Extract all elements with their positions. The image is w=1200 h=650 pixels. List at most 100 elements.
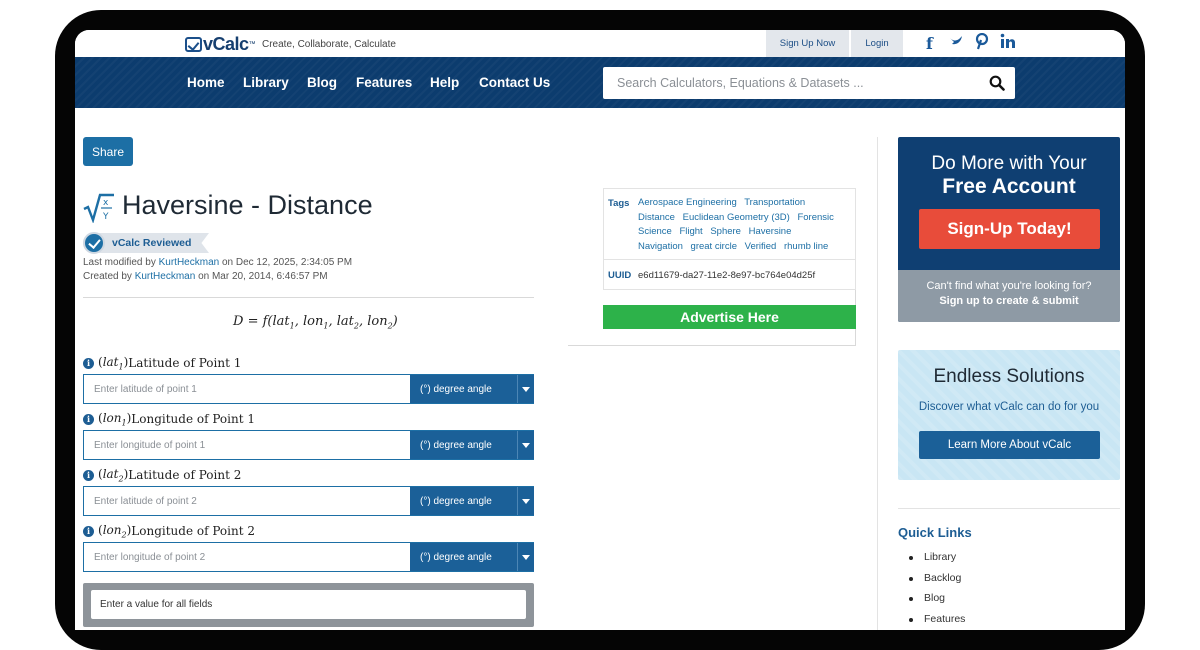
svg-text:x: x	[103, 198, 109, 208]
tagline: Create, Collaborate, Calculate	[262, 39, 396, 50]
created-line: Created by KurtHeckman on Mar 20, 2014, …	[83, 271, 328, 282]
sidebar-divider	[877, 137, 878, 630]
tags-list: Aerospace Engineering Transportation Dis…	[638, 196, 848, 254]
field-variable: (lat2)	[98, 467, 129, 484]
chevron-down-icon[interactable]	[517, 487, 534, 515]
result-box: Enter a value for all fields	[83, 583, 534, 627]
created-user-link[interactable]: KurtHeckman	[135, 271, 196, 282]
unit-select[interactable]: (°) degree angle	[410, 543, 517, 571]
login-link[interactable]: Login	[851, 30, 903, 57]
pinterest-icon[interactable]	[974, 32, 990, 55]
value-input[interactable]: Enter longitude of point 1 (°) degree ang…	[83, 430, 534, 460]
promo-footer-line2[interactable]: Sign up to create & submit	[898, 295, 1120, 307]
field-label-text: Latitude of Point 1	[128, 356, 242, 371]
tag-link[interactable]: Aerospace Engineering	[638, 197, 737, 208]
info-icon[interactable]: i	[83, 525, 94, 537]
chevron-down-icon[interactable]	[517, 375, 534, 403]
formula-arg: lat1	[272, 314, 295, 331]
nav-library[interactable]: Library	[243, 75, 289, 90]
search-input[interactable]: Search Calculators, Equations & Datasets…	[603, 67, 1015, 99]
vcalc-logo[interactable]: vCalc ™	[185, 34, 256, 55]
quick-links-divider	[898, 508, 1120, 509]
nav-help[interactable]: Help	[430, 75, 459, 90]
tag-link[interactable]: Navigation	[638, 241, 683, 252]
search-icon[interactable]	[989, 75, 1005, 91]
value-input-placeholder: Enter latitude of point 2	[94, 496, 197, 507]
nav-blog[interactable]: Blog	[307, 75, 337, 90]
unit-select[interactable]: (°) degree angle	[410, 375, 517, 403]
value-input[interactable]: Enter latitude of point 1 (°) degree angl…	[83, 374, 534, 404]
promo-headline-1: Do More with Your	[931, 153, 1087, 174]
quick-link[interactable]: Blog	[924, 592, 945, 604]
tag-link[interactable]: Euclidean Geometry (3D)	[683, 212, 790, 223]
quick-link[interactable]: Library	[924, 551, 956, 563]
nav-contact-us[interactable]: Contact Us	[479, 75, 550, 90]
nav-features[interactable]: Features	[356, 75, 412, 90]
formula-comma: ,	[358, 314, 368, 329]
value-input-placeholder: Enter longitude of point 2	[94, 552, 206, 563]
nav-home[interactable]: Home	[187, 75, 225, 90]
chevron-down-icon[interactable]	[517, 543, 534, 571]
value-input[interactable]: Enter longitude of point 2 (°) degree ang…	[83, 542, 534, 572]
uuid-label: UUID	[608, 270, 632, 281]
tag-link[interactable]: Verified	[745, 241, 777, 252]
bullet-icon	[909, 576, 913, 581]
browser-screen: vCalc ™ Create, Collaborate, Calculate S…	[75, 30, 1125, 630]
field-label: i (lon1) Longitude of Point 1	[83, 411, 255, 427]
modified-date: on Dec 12, 2025, 2:34:05 PM	[221, 257, 353, 268]
page-title: Haversine - Distance	[122, 190, 373, 220]
facebook-icon[interactable]: f	[926, 34, 933, 53]
promo-footer: Can't find what you're looking for? Sign…	[898, 270, 1120, 322]
share-button[interactable]: Share	[83, 137, 133, 166]
last-modified-line: Last modified by KurtHeckman on Dec 12, …	[83, 257, 352, 268]
result-output: Enter a value for all fields	[91, 590, 526, 619]
tag-link[interactable]: Transportation	[744, 197, 805, 208]
sign-up-now-link[interactable]: Sign Up Now	[766, 30, 849, 57]
value-input[interactable]: Enter latitude of point 2 (°) degree angl…	[83, 486, 534, 516]
sign-up-today-button[interactable]: Sign-Up Today!	[919, 209, 1100, 249]
value-input-placeholder: Enter latitude of point 1	[94, 384, 197, 395]
tag-link[interactable]: Haversine	[749, 226, 792, 237]
bullet-icon	[909, 597, 913, 601]
main-navbar: Home Library Blog Features Help Contact …	[75, 57, 1125, 108]
unit-select[interactable]: (°) degree angle	[410, 431, 517, 459]
unit-select[interactable]: (°) degree angle	[410, 487, 517, 515]
tag-link[interactable]: rhumb line	[784, 241, 828, 252]
formula-arg: lon1	[303, 314, 329, 331]
tag-link[interactable]: Sphere	[710, 226, 741, 237]
formula-lhs: D	[233, 314, 244, 329]
formula-comma: ,	[328, 314, 337, 329]
info-icon[interactable]: i	[83, 357, 94, 369]
linkedin-icon[interactable]	[1000, 33, 1016, 54]
twitter-icon[interactable]	[949, 33, 965, 54]
quick-link[interactable]: Backlog	[924, 572, 961, 584]
logo-check-icon	[185, 37, 202, 52]
tags-label: Tags	[608, 198, 630, 209]
divider	[83, 297, 534, 298]
modified-user-link[interactable]: KurtHeckman	[159, 257, 220, 268]
logo-trademark: ™	[248, 41, 256, 48]
learn-more-button[interactable]: Learn More About vCalc	[919, 431, 1100, 459]
svg-text:Y: Y	[102, 212, 109, 222]
tag-link[interactable]: great circle	[691, 241, 737, 252]
promo2-subtitle: Discover what vCalc can do for you	[918, 401, 1100, 413]
field-label-text: Latitude of Point 2	[128, 468, 242, 483]
bullet-icon	[909, 556, 913, 560]
promo-footer-line1: Can't find what you're looking for?	[926, 280, 1092, 292]
info-icon[interactable]: i	[83, 413, 94, 425]
field-label-text: Longitude of Point 1	[131, 412, 255, 427]
search-placeholder: Search Calculators, Equations & Datasets…	[617, 76, 864, 90]
uuid-divider	[603, 259, 856, 260]
value-input-placeholder: Enter longitude of point 1	[94, 440, 206, 451]
endless-solutions-promo: Endless Solutions Discover what vCalc ca…	[898, 350, 1120, 480]
info-icon[interactable]: i	[83, 469, 94, 481]
equation-icon: x Y	[83, 193, 114, 223]
advertise-here-button[interactable]: Advertise Here	[603, 305, 856, 329]
quick-link[interactable]: Features	[924, 613, 965, 625]
reviewed-badge-text: vCalc Reviewed	[112, 237, 192, 249]
formula-equals: =	[243, 314, 263, 329]
chevron-down-icon[interactable]	[517, 431, 534, 459]
tag-link[interactable]: Flight	[679, 226, 702, 237]
formula-paren: )	[392, 314, 398, 329]
tag-link[interactable]: Distance	[638, 212, 675, 223]
